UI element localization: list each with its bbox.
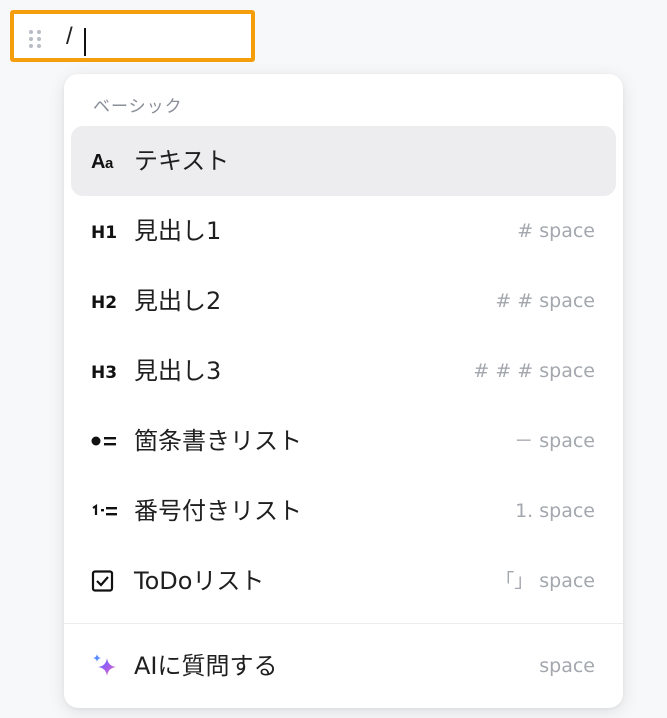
heading2-icon: H2	[91, 286, 123, 316]
editor-input-line[interactable]: /	[10, 10, 255, 62]
section-header-basic: ベーシック	[93, 97, 183, 117]
svg-text:H2: H2	[91, 293, 117, 312]
menu-item-label: テキスト	[134, 147, 230, 175]
menu-item-label: 見出し3	[134, 357, 222, 385]
menu-item-shortcut: # space	[517, 220, 595, 242]
menu-item-numbered-list[interactable]: 番号付きリスト 1. space	[71, 476, 616, 546]
menu-item-label: AIに質問する	[134, 652, 278, 680]
sparkle-icon	[91, 651, 123, 681]
menu-item-todo-list[interactable]: ToDoリスト 「」 space	[71, 546, 616, 616]
svg-text:H1: H1	[91, 223, 117, 242]
drag-handle-icon[interactable]	[28, 29, 42, 49]
menu-item-label: 番号付きリスト	[134, 497, 302, 525]
text-caret	[84, 28, 86, 56]
menu-item-shortcut: － space	[514, 430, 595, 452]
menu-item-heading3[interactable]: H3 見出し3 # # # space	[71, 336, 616, 406]
menu-divider	[64, 623, 623, 624]
checkbox-icon	[91, 566, 123, 596]
svg-text:H3: H3	[91, 363, 117, 382]
numbered-list-icon	[91, 496, 123, 526]
menu-item-shortcut: 「」 space	[495, 570, 595, 592]
menu-item-label: 箇条書きリスト	[134, 427, 302, 455]
heading1-icon: H1	[91, 216, 123, 246]
menu-item-text[interactable]: A a テキスト	[71, 126, 616, 196]
menu-item-bulleted-list[interactable]: 箇条書きリスト － space	[71, 406, 616, 476]
menu-item-shortcut: # # # space	[473, 360, 595, 382]
menu-item-shortcut: # # space	[495, 290, 595, 312]
svg-text:a: a	[105, 155, 114, 172]
menu-item-label: 見出し2	[134, 287, 222, 315]
editor-input-text[interactable]: /	[66, 23, 73, 51]
menu-item-label: 見出し1	[134, 217, 222, 245]
menu-item-ask-ai[interactable]: AIに質問する space	[71, 631, 616, 701]
menu-item-shortcut: space	[539, 655, 595, 677]
text-icon: A a	[91, 146, 123, 176]
menu-item-label: ToDoリスト	[134, 567, 265, 595]
menu-item-heading1[interactable]: H1 見出し1 # space	[71, 196, 616, 266]
slash-command-menu: ベーシック A a テキスト H1 見出し1 # space H2 見出し2 #…	[64, 74, 623, 708]
menu-item-shortcut: 1. space	[515, 500, 595, 522]
menu-item-heading2[interactable]: H2 見出し2 # # space	[71, 266, 616, 336]
heading3-icon: H3	[91, 356, 123, 386]
svg-text:A: A	[91, 151, 105, 172]
bulleted-list-icon	[91, 426, 123, 456]
